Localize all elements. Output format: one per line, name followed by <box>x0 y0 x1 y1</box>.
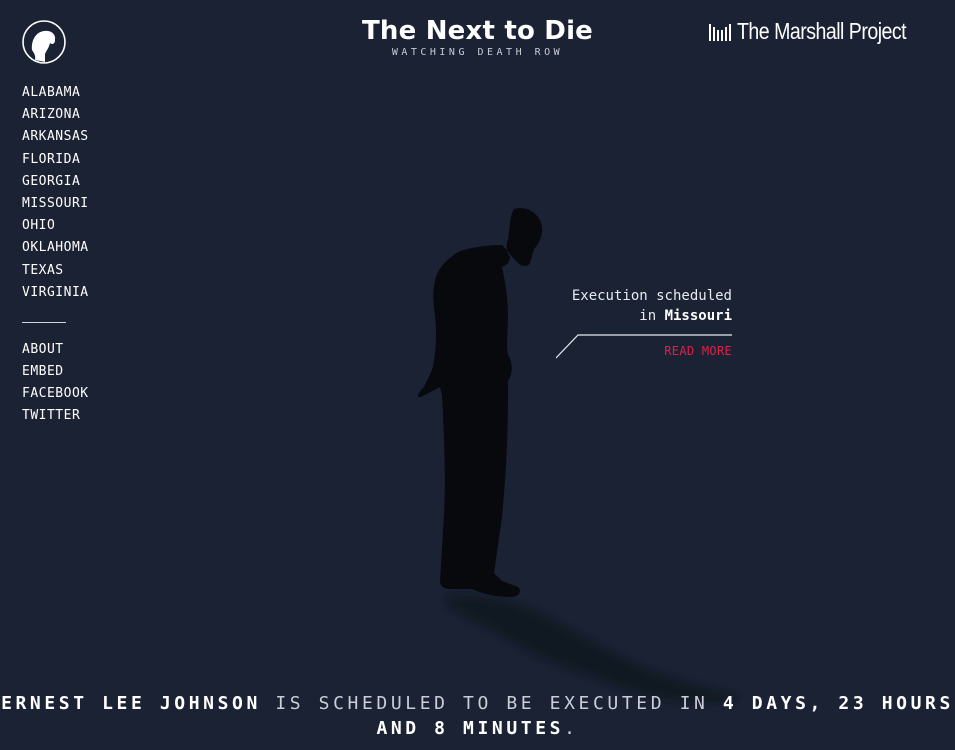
nav-item-alabama[interactable]: ALABAMA <box>22 82 89 104</box>
nav-divider <box>22 321 66 323</box>
nav-link-twitter[interactable]: TWITTER <box>22 405 89 427</box>
countdown-period: . <box>564 718 579 739</box>
nav-item-florida[interactable]: FLORIDA <box>22 149 89 171</box>
callout-state: Missouri <box>664 308 732 324</box>
nav-item-ohio[interactable]: OHIO <box>22 215 89 237</box>
nav-link-about[interactable]: ABOUT <box>22 339 89 361</box>
nav-item-oklahoma[interactable]: OKLAHOMA <box>22 237 89 259</box>
nav-item-arizona[interactable]: ARIZONA <box>22 104 89 126</box>
callout-prefix: in <box>639 308 657 324</box>
nav-item-missouri[interactable]: MISSOURI <box>22 193 89 215</box>
nav-item-texas[interactable]: TEXAS <box>22 260 89 282</box>
marshall-bars-icon <box>709 23 732 41</box>
execution-callout: Execution scheduled in Missouri <box>572 286 732 326</box>
bowed-man-silhouette <box>410 205 550 604</box>
brand-link[interactable]: The Marshall Project <box>709 18 936 45</box>
nav-link-embed[interactable]: EMBED <box>22 361 89 383</box>
countdown-text: IS SCHEDULED TO BE EXECUTED IN <box>275 693 709 714</box>
callout-heading: Execution scheduled <box>571 288 732 304</box>
nav-item-georgia[interactable]: GEORGIA <box>22 171 89 193</box>
brand-name: The Marshall Project <box>737 18 907 44</box>
nav-link-facebook[interactable]: FACEBOOK <box>22 383 89 405</box>
callout-location: in Missouri <box>572 306 732 326</box>
nav-item-virginia[interactable]: VIRGINIA <box>22 282 89 304</box>
inmate-name: ERNEST LEE JOHNSON <box>1 693 261 714</box>
read-more-link[interactable]: READ MORE <box>664 344 732 358</box>
nav-item-arkansas[interactable]: ARKANSAS <box>22 126 89 148</box>
side-navigation: ALABAMA ARIZONA ARKANSAS FLORIDA GEORGIA… <box>22 82 89 428</box>
page-subtitle: WATCHING DEATH ROW <box>391 47 564 58</box>
execution-countdown: ERNEST LEE JOHNSON IS SCHEDULED TO BE EX… <box>0 691 955 741</box>
